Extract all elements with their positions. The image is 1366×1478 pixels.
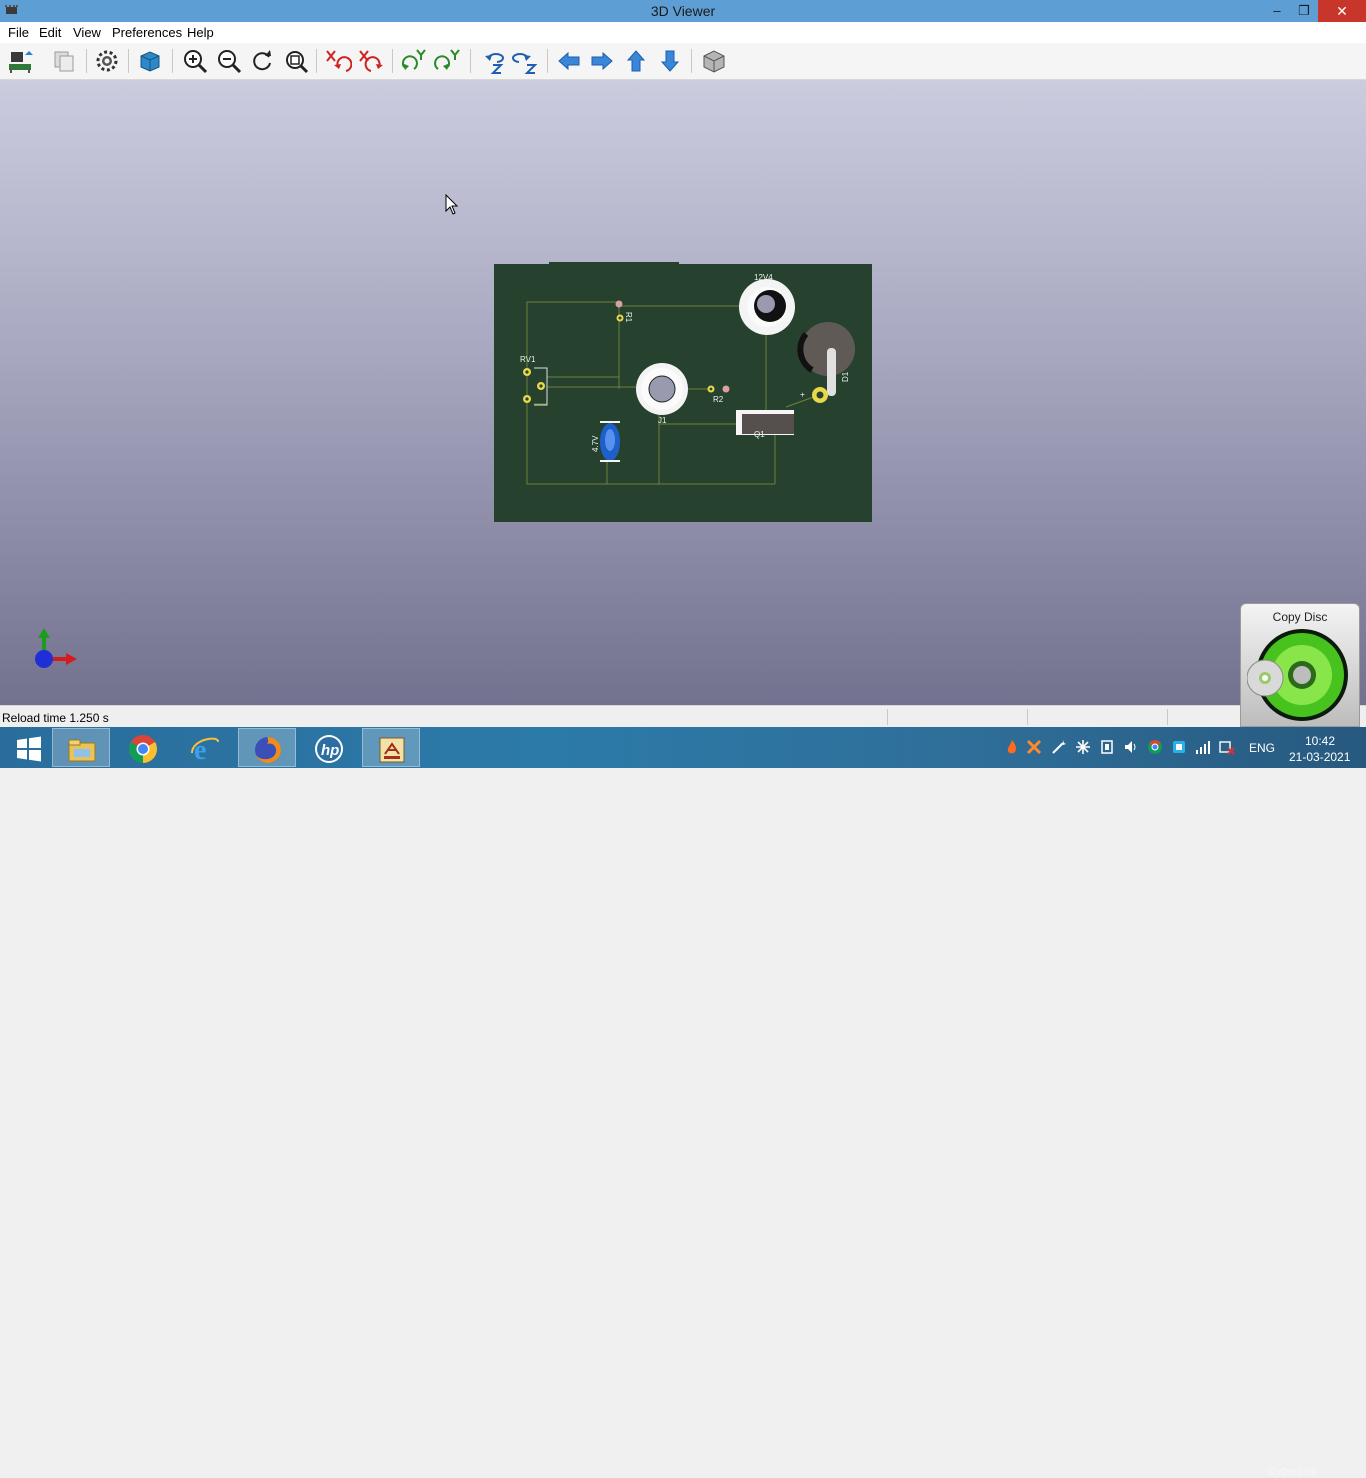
rotate-y-cw-icon[interactable] xyxy=(400,47,428,75)
silk-label-q1: Q1 xyxy=(754,430,765,439)
rotate-z-cw-icon[interactable] xyxy=(477,47,505,75)
move-down-icon[interactable] xyxy=(656,47,684,75)
toolbar-separator xyxy=(316,49,317,73)
zoom-fit-icon[interactable] xyxy=(282,47,310,75)
status-divider xyxy=(1167,709,1168,725)
clock-date[interactable]: 21-03-2021 xyxy=(1289,750,1350,764)
maximize-button[interactable]: ❐ xyxy=(1289,0,1319,22)
silk-label-cap: 4.7V xyxy=(591,435,600,452)
settings-icon[interactable] xyxy=(93,47,121,75)
copy-image-icon[interactable] xyxy=(50,47,78,75)
redraw-icon[interactable] xyxy=(248,47,276,75)
toolbar-separator xyxy=(172,49,173,73)
cyberlink-watermark: CyberLink xyxy=(1268,1466,1318,1478)
svg-text:hp: hp xyxy=(321,742,339,759)
minimize-button[interactable]: – xyxy=(1262,0,1292,22)
status-divider xyxy=(1027,709,1028,725)
kicad-icon[interactable] xyxy=(362,728,420,767)
tray-device-icon[interactable] xyxy=(1099,739,1115,755)
language-indicator[interactable]: ENG xyxy=(1249,741,1275,755)
zoom-out-icon[interactable] xyxy=(215,47,243,75)
tray-wand-icon[interactable] xyxy=(1051,739,1067,755)
pcb-board[interactable]: RV1 R1 R2 J1 Q1 D1 4.7V 12V4 + xyxy=(494,262,872,522)
silk-label-r1: R1 xyxy=(624,312,633,323)
move-up-icon[interactable] xyxy=(622,47,650,75)
toolbar xyxy=(0,43,1366,80)
orthographic-icon[interactable] xyxy=(700,47,728,75)
file-explorer-icon[interactable] xyxy=(52,728,110,767)
zoom-in-icon[interactable] xyxy=(181,47,209,75)
reload-icon[interactable] xyxy=(7,47,35,75)
menu-bar: File Edit View Preferences Help xyxy=(0,22,1366,43)
toolbar-separator xyxy=(547,49,548,73)
silk-label-r2: R2 xyxy=(713,395,724,404)
menu-preferences[interactable]: Preferences xyxy=(112,25,182,40)
clock-time[interactable]: 10:42 xyxy=(1305,734,1335,748)
status-divider xyxy=(887,709,888,725)
mouse-cursor-icon xyxy=(445,193,459,216)
move-left-icon[interactable] xyxy=(555,47,583,75)
tray-chrome-icon[interactable] xyxy=(1147,739,1163,755)
toolbar-separator xyxy=(691,49,692,73)
tray-tools-icon[interactable] xyxy=(1026,739,1042,755)
rotate-x-ccw-icon[interactable] xyxy=(357,47,385,75)
tray-alert-icon[interactable] xyxy=(1219,739,1235,755)
firefox-icon[interactable] xyxy=(238,728,296,767)
toolbar-separator xyxy=(470,49,471,73)
tray-flame-icon[interactable] xyxy=(1004,739,1020,755)
window-title: 3D Viewer xyxy=(650,3,716,19)
title-bar: 3D Viewer – ❐ ✕ xyxy=(0,0,1366,22)
start-button[interactable] xyxy=(0,728,58,767)
chrome-icon[interactable] xyxy=(114,728,172,767)
disc-icon[interactable] xyxy=(1246,628,1357,728)
silk-label-j1: J1 xyxy=(658,416,667,425)
3d-viewport[interactable]: RV1 R1 R2 J1 Q1 D1 4.7V 12V4 + xyxy=(0,80,1366,705)
rotate-z-ccw-icon[interactable] xyxy=(511,47,539,75)
hp-icon[interactable]: hp xyxy=(300,728,358,767)
toolbar-separator xyxy=(392,49,393,73)
copy-disc-widget[interactable]: Copy Disc xyxy=(1240,603,1360,727)
close-button[interactable]: ✕ xyxy=(1318,0,1366,22)
internet-explorer-icon[interactable]: e xyxy=(176,728,234,767)
rotate-y-ccw-icon[interactable] xyxy=(434,47,462,75)
move-right-icon[interactable] xyxy=(588,47,616,75)
status-text: Reload time 1.250 s xyxy=(2,711,109,725)
axis-gizmo xyxy=(30,626,80,671)
rotate-x-cw-icon[interactable] xyxy=(324,47,352,75)
silk-label-d1: D1 xyxy=(841,371,850,382)
status-bar: Reload time 1.250 s xyxy=(0,705,1366,728)
tray-app-icon[interactable] xyxy=(1171,739,1187,755)
copy-disc-title: Copy Disc xyxy=(1272,610,1328,624)
toolbar-separator xyxy=(86,49,87,73)
volume-icon[interactable] xyxy=(1123,739,1139,755)
menu-help[interactable]: Help xyxy=(187,25,214,40)
tray-snowflake-icon[interactable] xyxy=(1075,739,1091,755)
taskbar: e hp ENG CyberLink 10:42 21-03-2021 xyxy=(0,727,1366,1478)
silk-label-pin: + xyxy=(798,392,807,397)
menu-edit[interactable]: Edit xyxy=(39,25,61,40)
network-icon[interactable] xyxy=(1195,739,1211,755)
render-mode-icon[interactable] xyxy=(136,47,164,75)
menu-file[interactable]: File xyxy=(8,25,29,40)
silk-label-top: 12V4 xyxy=(754,273,773,282)
silk-label-rv1: RV1 xyxy=(520,355,536,364)
menu-view[interactable]: View xyxy=(73,25,101,40)
toolbar-separator xyxy=(128,49,129,73)
